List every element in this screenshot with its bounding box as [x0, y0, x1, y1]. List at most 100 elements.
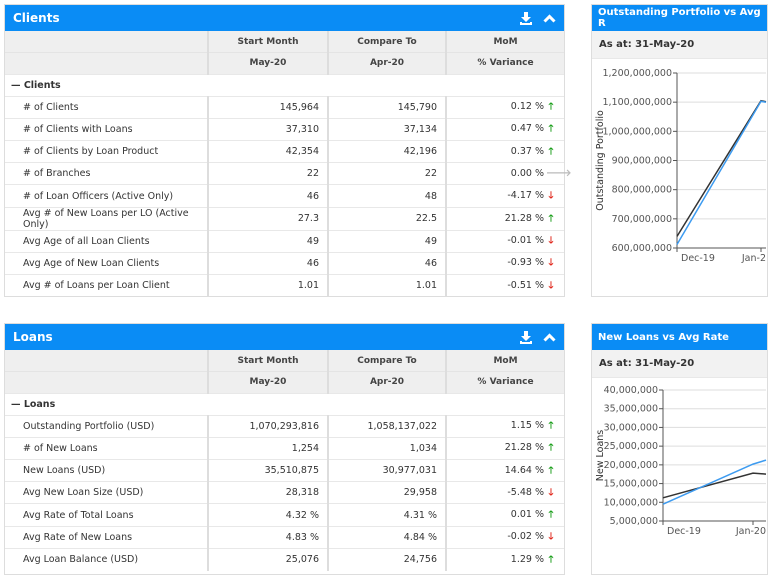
y-tick-label: 900,000,000: [612, 156, 672, 167]
start-value: 37,310: [207, 117, 328, 141]
table-row: # of Loan Officers (Active Only) 46 48 -4.1…: [5, 184, 564, 208]
column-subheader: % Variance: [445, 371, 564, 393]
group-label: Loans: [23, 398, 56, 410]
table-row: New Loans (USD) 35,510,875 30,977,031 14.64…: [5, 459, 564, 482]
y-tick-label: 1,000,000,000: [602, 126, 672, 137]
row-label: Avg Age of all Loan Clients: [5, 229, 208, 253]
collapse-minus-icon[interactable]: —: [11, 399, 21, 410]
start-value: 1.01: [207, 273, 328, 297]
row-label: Avg Rate of Total Loans: [5, 503, 208, 527]
row-label: Avg # of New Loans per LO (Active Only): [5, 206, 208, 231]
variance-value: 21.28 %: [504, 442, 544, 454]
group-label: Clients: [23, 79, 61, 91]
arrow-down-icon: 🡓: [548, 279, 554, 291]
header-blank: [5, 52, 208, 74]
download-icon[interactable]: [519, 330, 533, 344]
row-label: # of Branches: [5, 162, 208, 185]
compare-value: 22.5: [327, 206, 446, 231]
table-row: Avg Rate of New Loans 4.83 % 4.84 % -0.02 %…: [5, 525, 564, 549]
variance-value: 21.28 %: [504, 212, 544, 224]
download-icon[interactable]: [519, 11, 533, 25]
start-value: 46: [207, 184, 328, 208]
variance-value: 1.15 %: [510, 420, 544, 432]
variance-value: 14.64 %: [504, 464, 544, 476]
collapse-chevron-up-icon[interactable]: [543, 13, 556, 23]
clients-table: Start Month Compare To MoM May-20 Apr-20% Va…: [5, 31, 572, 297]
x-tick-label: Dec-19: [667, 526, 701, 537]
portfolio-chart: 1,200,000,000 1,100,000,000 1,000,000,000 9…: [595, 68, 767, 264]
variance-cell: 0.37 % 🡑: [445, 140, 564, 163]
variance-value: -0.01 %: [507, 235, 544, 247]
collapse-chevron-up-icon[interactable]: [543, 332, 556, 342]
start-value: 35,510,875: [207, 459, 328, 482]
arrow-flat-icon: 🡒: [546, 168, 572, 180]
new-loans-chart-panel: New Loans vs Avg Rate As at: 31-May-20 4…: [591, 323, 768, 575]
column-header: Start Month: [207, 350, 328, 372]
arrow-down-icon: 🡓: [548, 190, 554, 202]
column-subheader: Apr-20: [327, 52, 446, 74]
compare-value: 30,977,031: [327, 459, 446, 482]
y-tick-label: 40,000,000: [604, 385, 658, 396]
row-label: Avg Rate of New Loans: [5, 525, 208, 549]
arrow-down-icon: 🡓: [548, 486, 554, 498]
variance-cell: 21.28 % 🡑: [445, 436, 564, 460]
new-loans-chart: 40,000,000 35,000,000 30,000,000 25,000,000…: [595, 385, 767, 537]
chart-title: Outstanding Portfolio vs Avg R: [598, 7, 761, 29]
start-value: 4.83 %: [207, 525, 328, 549]
table-row: Outstanding Portfolio (USD) 1,070,293,816…: [5, 414, 564, 438]
arrow-up-icon: 🡑: [548, 145, 554, 157]
y-tick-label: 1,200,000,000: [602, 68, 672, 79]
column-subheader: Apr-20: [327, 371, 446, 393]
variance-cell: -4.17 % 🡓: [445, 184, 564, 208]
compare-value: 42,196: [327, 140, 446, 163]
start-value: 28,318: [207, 481, 328, 504]
variance-cell: 0.47 % 🡑: [445, 117, 564, 141]
compare-value: 29,958: [327, 481, 446, 504]
compare-value: 1,034: [327, 436, 446, 460]
variance-value: -0.02 %: [507, 531, 544, 543]
start-value: 22: [207, 162, 328, 185]
variance-cell: -0.93 % 🡓: [445, 251, 564, 275]
header-blank: [5, 350, 208, 372]
header-blank: [5, 371, 208, 393]
series-line: [662, 472, 767, 499]
group-row[interactable]: — Clients: [5, 73, 564, 97]
table-row: Avg Age of New Loan Clients 46 46 -0.93 % 🡓: [5, 251, 564, 275]
variance-value: -0.51 %: [507, 279, 544, 291]
clients-panel: Clients Start Month Compare To MoM May-20 Ap…: [4, 4, 572, 297]
column-header: MoM: [445, 350, 564, 372]
column-subheader: % Variance: [445, 52, 564, 74]
portfolio-chart-panel: Outstanding Portfolio vs Avg R As at: 31…: [591, 4, 768, 297]
variance-cell: -0.01 % 🡓: [445, 229, 564, 253]
variance-cell: 0.01 % 🡑: [445, 503, 564, 527]
start-value: 25,076: [207, 547, 328, 571]
loans-header: Loans: [5, 324, 564, 350]
start-value: 49: [207, 229, 328, 253]
variance-value: 0.37 %: [510, 145, 544, 157]
chart-header: New Loans vs Avg Rate: [592, 324, 767, 350]
row-label: # of Clients by Loan Product: [5, 140, 208, 163]
y-tick-label: 700,000,000: [612, 214, 672, 225]
row-label: Avg Loan Balance (USD): [5, 547, 208, 571]
table-row: Avg New Loan Size (USD) 28,318 29,958 -5.48…: [5, 481, 564, 504]
start-value: 46: [207, 251, 328, 275]
y-tick-label: 1,100,000,000: [602, 97, 672, 108]
start-value: 1,254: [207, 436, 328, 460]
variance-value: 0.00 %: [510, 168, 544, 180]
table-row: Avg Rate of Total Loans 4.32 % 4.31 % 0.01 …: [5, 503, 564, 527]
start-value: 27.3: [207, 206, 328, 231]
start-value: 42,354: [207, 140, 328, 163]
y-tick-label: 600,000,000: [612, 243, 672, 254]
clients-header: Clients: [5, 5, 564, 31]
header-blank: [5, 31, 208, 53]
x-tick-label: Dec-19: [681, 253, 715, 264]
chart-title: New Loans vs Avg Rate: [598, 331, 729, 343]
variance-cell: 1.15 % 🡑: [445, 414, 564, 438]
row-label: Avg # of Loans per Loan Client: [5, 273, 208, 297]
collapse-minus-icon[interactable]: —: [11, 80, 21, 91]
start-value: 145,964: [207, 95, 328, 119]
arrow-up-icon: 🡑: [548, 553, 554, 565]
group-row[interactable]: — Loans: [5, 392, 564, 416]
table-row: # of Branches 22 22 0.00 % 🡒: [5, 162, 572, 185]
compare-value: 46: [327, 251, 446, 275]
